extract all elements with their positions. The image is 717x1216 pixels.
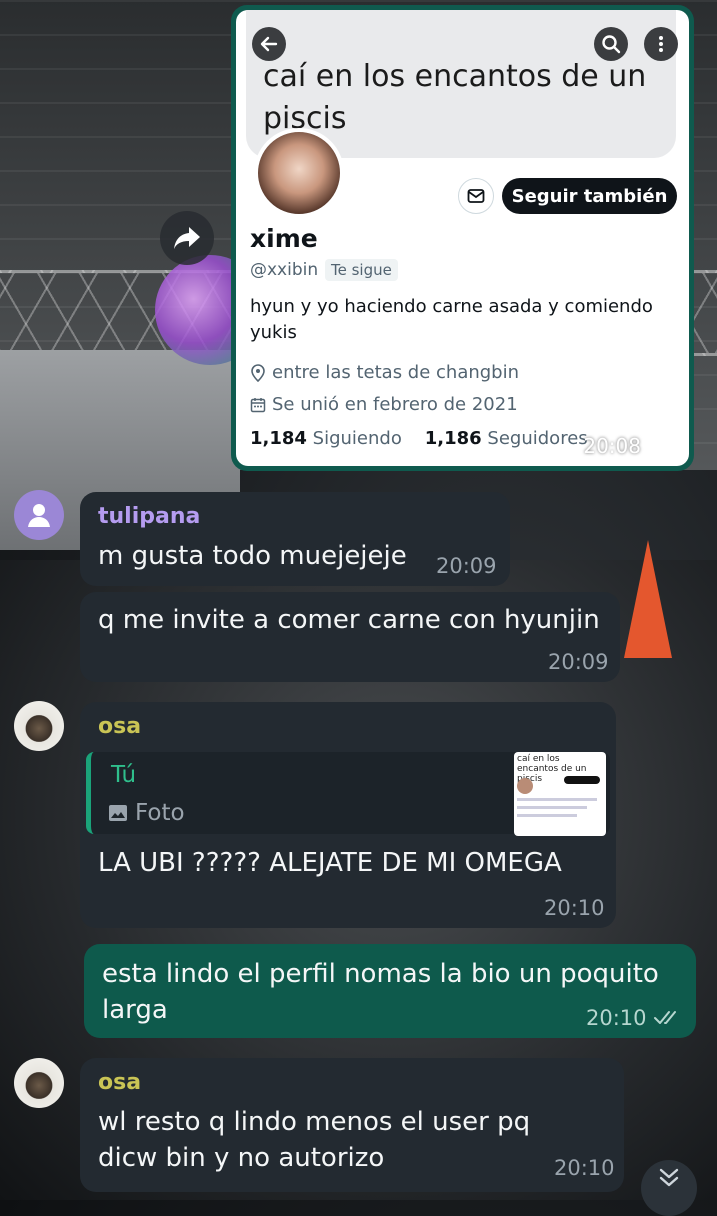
following-count: 1,184 [250, 428, 307, 449]
message-text: q me invite a comer carne con hyunjin [98, 605, 600, 635]
followers-count: 1,186 [424, 428, 482, 449]
thumbnail-line [517, 814, 577, 817]
search-icon [594, 27, 628, 61]
thumbnail-line [517, 806, 587, 809]
message-bubble[interactable]: tulipana m gusta todo muejejeje 20:09 [80, 492, 510, 586]
back-icon [252, 27, 286, 61]
message-time: 20:09 [548, 650, 609, 674]
reply-thumbnail: caí en los encantos de un piscis [514, 752, 606, 836]
message-bubble-outgoing[interactable]: esta lindo el perfil nomas la bio un poq… [84, 944, 696, 1038]
sender-name[interactable]: osa [98, 714, 141, 739]
avatar[interactable] [14, 490, 64, 540]
chevron-double-down-icon [659, 1168, 679, 1187]
reply-author: Tú [111, 762, 137, 788]
message-line: dicw bin y no autorizo [98, 1143, 385, 1173]
sender-name[interactable]: tulipana [98, 504, 200, 529]
message-line: wl resto q lindo menos el user pq [98, 1107, 531, 1137]
message-time: 20:08 [583, 434, 675, 458]
joined-text: Se unió en febrero de 2021 [272, 394, 518, 415]
photo-message[interactable]: caí en los encantos de un piscis Seguir … [231, 5, 694, 471]
thumbnail-line [517, 798, 597, 801]
user-icon [28, 504, 50, 527]
profile-bio: hyun y yo haciendo carne asada y comiend… [250, 296, 653, 343]
message-text: wl resto q lindo menos el user pq dicw b… [98, 1104, 530, 1176]
profile-avatar [254, 128, 344, 218]
double-check-icon [648, 439, 670, 452]
message-text: LA UBI ????? ALEJATE DE MI OMEGA [98, 848, 562, 878]
reply-type-label: Foto [135, 800, 185, 826]
message-time: 20:10 [586, 1006, 681, 1030]
message-time: 20:09 [436, 554, 497, 578]
location-text: entre las tetas de changbin [272, 362, 520, 383]
follow-back-button: Seguir también [502, 178, 677, 214]
time-text: 20:08 [583, 434, 641, 458]
forward-button[interactable] [160, 211, 214, 265]
scroll-down-button[interactable] [641, 1160, 697, 1216]
message-line: esta lindo el perfil nomas la bio un poq… [102, 959, 659, 989]
message-text: m gusta todo muejejeje [98, 541, 407, 571]
profile-screenshot[interactable]: caí en los encantos de un piscis Seguir … [236, 10, 689, 466]
calendar-icon [250, 397, 266, 412]
double-check-icon [653, 1011, 676, 1024]
time-text: 20:10 [586, 1006, 647, 1030]
profile-stats: 1,184 Siguiendo 1,186 Seguidores [250, 428, 588, 449]
avatar[interactable] [14, 1058, 64, 1108]
message-bubble[interactable]: osa wl resto q lindo menos el user pq di… [80, 1058, 624, 1192]
message-time: 20:10 [554, 1156, 615, 1180]
photo-icon [109, 805, 127, 821]
follows-you-badge: Te sigue [325, 259, 398, 281]
sender-name[interactable]: osa [98, 1070, 141, 1095]
forward-icon [174, 227, 200, 249]
banner-text: caí en los encantos de un piscis [263, 59, 647, 136]
reply-type: Foto [109, 800, 185, 826]
message-time: 20:10 [544, 896, 605, 920]
mail-icon [458, 178, 494, 214]
thumbnail-button [564, 776, 600, 784]
reply-preview[interactable]: Tú Foto caí en los encantos de un piscis [86, 752, 610, 836]
background-traffic-cone [624, 540, 672, 658]
profile-handle: @xxibin [250, 260, 319, 280]
profile-location: entre las tetas de changbin [250, 362, 519, 383]
followers-label: Seguidores [487, 428, 588, 449]
thumbnail-avatar [517, 778, 533, 794]
profile-name: xime [250, 224, 318, 253]
message-bubble[interactable]: q me invite a comer carne con hyunjin 20… [80, 592, 620, 682]
more-vertical-icon [644, 27, 678, 61]
following-label: Siguiendo [312, 428, 402, 449]
location-pin-icon [251, 363, 265, 382]
profile-joined: Se unió en febrero de 2021 [250, 394, 518, 415]
avatar[interactable] [14, 701, 64, 751]
